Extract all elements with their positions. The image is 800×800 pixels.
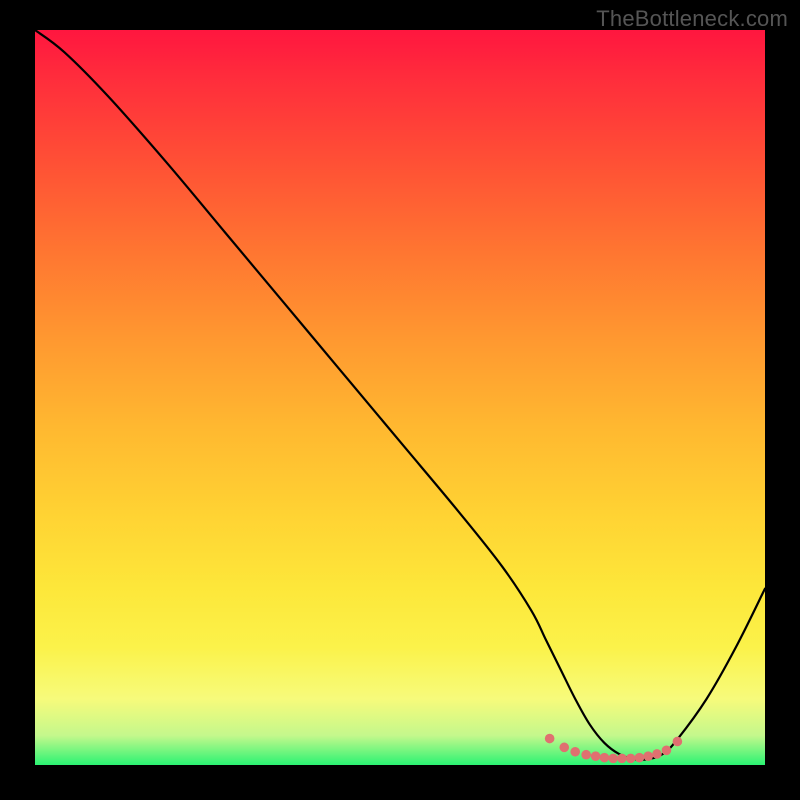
- valley-dot: [581, 750, 591, 760]
- valley-dot: [643, 751, 653, 761]
- valley-dot: [673, 737, 683, 747]
- valley-markers: [545, 734, 682, 763]
- valley-dot: [608, 754, 618, 764]
- valley-dot: [635, 753, 645, 763]
- valley-dot: [559, 743, 569, 753]
- bottleneck-curve: [35, 30, 765, 760]
- chart-svg: [35, 30, 765, 765]
- valley-dot: [626, 754, 636, 764]
- plot-area: [35, 30, 765, 765]
- valley-dot: [600, 753, 610, 763]
- valley-dot: [545, 734, 555, 744]
- valley-dot: [591, 751, 601, 761]
- valley-dot: [570, 747, 580, 757]
- watermark-text: TheBottleneck.com: [596, 6, 788, 32]
- valley-dot: [652, 749, 662, 759]
- valley-dot: [617, 754, 627, 764]
- valley-dot: [662, 746, 672, 756]
